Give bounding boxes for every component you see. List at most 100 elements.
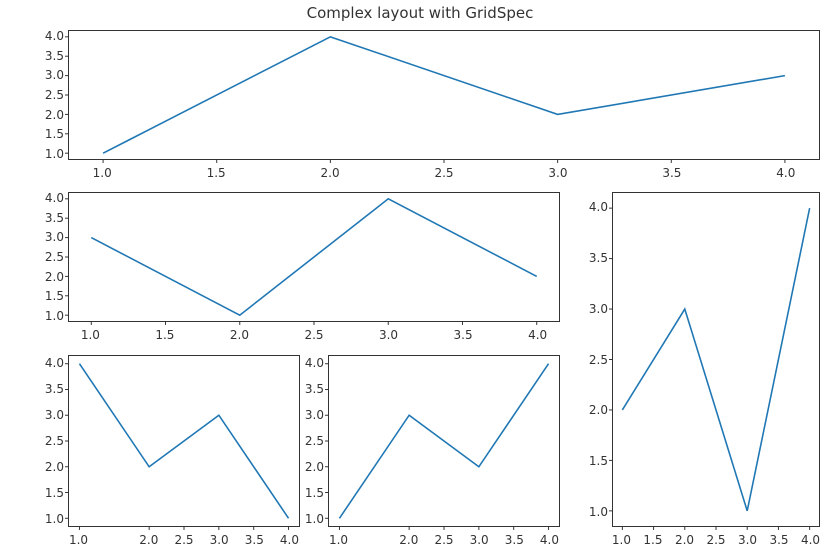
- x-tick-label: 2.0: [399, 533, 418, 547]
- y-tick-label: 2.0: [589, 403, 608, 417]
- x-tick-labels: 1.0 1.5 2.0 2.5 3.0 3.5 4.0: [68, 328, 560, 344]
- x-tick-label: 1.5: [207, 166, 226, 180]
- y-tick-label: 3.5: [45, 382, 64, 396]
- y-tick-label: 1.0: [305, 512, 324, 526]
- x-tick-label: 3.5: [662, 166, 681, 180]
- y-tick-labels: 1.0 1.5 2.0 2.5 3.0 3.5 4.0: [34, 30, 64, 160]
- x-tick-label: 2.0: [675, 533, 694, 547]
- y-tick-label: 2.5: [45, 88, 64, 102]
- y-tick-label: 3.5: [589, 251, 608, 265]
- y-tick-label: 2.5: [305, 434, 324, 448]
- x-tick-label: 2.0: [139, 533, 158, 547]
- y-tick-label: 2.5: [589, 353, 608, 367]
- x-tick-labels: 1.0 1.5 2.0 2.5 3.0 3.5 4.0: [68, 166, 820, 182]
- x-tick-label: 2.5: [174, 533, 193, 547]
- line-plot: [329, 356, 559, 526]
- x-tick-label: 4.0: [528, 328, 547, 342]
- y-tick-labels: 1.0 1.5 2.0 2.5 3.0 3.5 4.0: [34, 355, 64, 527]
- data-line: [103, 37, 785, 153]
- x-tick-label: 3.5: [769, 533, 788, 547]
- x-tick-label: 3.5: [505, 533, 524, 547]
- x-tick-label: 4.0: [280, 533, 299, 547]
- x-tick-label: 1.0: [81, 328, 100, 342]
- x-tick-labels: 1.0 2.0 2.5 3.0 3.5 4.0: [68, 533, 300, 549]
- x-tick-label: 1.0: [93, 166, 112, 180]
- y-tick-label: 3.5: [305, 382, 324, 396]
- plot-area: [328, 355, 560, 527]
- y-tick-label: 4.0: [45, 356, 64, 370]
- y-tick-label: 3.0: [45, 68, 64, 82]
- x-tick-labels: 1.0 1.5 2.0 2.5 3.0 3.5 4.0: [612, 533, 820, 549]
- data-line: [339, 364, 548, 519]
- y-tick-label: 4.0: [589, 200, 608, 214]
- plot-area: [68, 192, 560, 322]
- axes-top-full: 1.01.52.02.53.03.54.01.01.52.02.53.03.54…: [68, 30, 820, 160]
- x-tick-label: 3.0: [548, 166, 567, 180]
- x-tick-label: 3.0: [470, 533, 489, 547]
- x-tick-label: 2.0: [321, 166, 340, 180]
- x-tick-label: 2.0: [230, 328, 249, 342]
- y-tick-label: 1.0: [589, 505, 608, 519]
- y-tick-labels: 1.0 1.5 2.0 2.5 3.0 3.5 4.0: [294, 355, 324, 527]
- y-tick-label: 3.5: [45, 211, 64, 225]
- y-tick-label: 2.0: [45, 270, 64, 284]
- x-tick-label: 4.0: [801, 533, 820, 547]
- x-tick-label: 2.5: [706, 533, 725, 547]
- y-tick-label: 1.5: [589, 454, 608, 468]
- y-tick-labels: 1.0 1.5 2.0 2.5 3.0 3.5 4.0: [34, 192, 64, 322]
- x-tick-label: 1.0: [69, 533, 88, 547]
- y-tick-label: 2.0: [45, 108, 64, 122]
- figure-title: Complex layout with GridSpec: [0, 4, 840, 22]
- y-tick-labels: 1.0 1.5 2.0 2.5 3.0 3.5 4.0: [578, 192, 608, 527]
- data-line: [622, 208, 809, 511]
- y-tick-label: 1.0: [45, 512, 64, 526]
- x-tick-label: 3.0: [379, 328, 398, 342]
- x-tick-label: 3.0: [210, 533, 229, 547]
- x-tick-label: 1.5: [155, 328, 174, 342]
- axes-bottom-left: 1.02.02.53.03.54.01.01.52.02.53.03.54.0: [68, 355, 300, 527]
- plot-area: [612, 192, 820, 527]
- x-tick-label: 3.5: [454, 328, 473, 342]
- y-tick-label: 3.0: [589, 302, 608, 316]
- data-line: [91, 199, 536, 315]
- y-tick-label: 3.0: [45, 230, 64, 244]
- y-tick-label: 1.0: [45, 147, 64, 161]
- y-tick-label: 4.0: [305, 356, 324, 370]
- x-tick-label: 1.5: [643, 533, 662, 547]
- x-tick-label: 3.0: [738, 533, 757, 547]
- x-tick-label: 2.5: [434, 533, 453, 547]
- y-tick-label: 2.5: [45, 434, 64, 448]
- y-tick-label: 1.5: [45, 127, 64, 141]
- x-tick-label: 1.0: [612, 533, 631, 547]
- x-tick-label: 4.0: [776, 166, 795, 180]
- x-tick-label: 2.5: [304, 328, 323, 342]
- y-tick-label: 4.0: [45, 191, 64, 205]
- x-tick-labels: 1.0 2.0 2.5 3.0 3.5 4.0: [328, 533, 560, 549]
- y-tick-label: 3.0: [45, 408, 64, 422]
- y-tick-label: 2.0: [305, 460, 324, 474]
- y-tick-label: 2.0: [45, 460, 64, 474]
- line-plot: [69, 31, 819, 159]
- line-plot: [69, 356, 299, 526]
- plot-area: [68, 355, 300, 527]
- y-tick-label: 3.0: [305, 408, 324, 422]
- axes-right-tall: 1.01.52.02.53.03.54.01.01.52.02.53.03.54…: [612, 192, 820, 527]
- figure: Complex layout with GridSpec 1.01.52.02.…: [0, 0, 840, 560]
- y-tick-label: 1.5: [45, 289, 64, 303]
- x-tick-label: 2.5: [434, 166, 453, 180]
- line-plot: [69, 193, 559, 321]
- y-tick-label: 1.5: [305, 486, 324, 500]
- data-line: [79, 364, 288, 519]
- y-tick-label: 1.0: [45, 309, 64, 323]
- y-tick-label: 2.5: [45, 250, 64, 264]
- axes-mid-left-wide: 1.01.52.02.53.03.54.01.01.52.02.53.03.54…: [68, 192, 560, 322]
- y-tick-label: 4.0: [45, 29, 64, 43]
- x-tick-label: 4.0: [540, 533, 559, 547]
- y-tick-label: 3.5: [45, 49, 64, 63]
- line-plot: [613, 193, 819, 526]
- x-tick-label: 1.0: [329, 533, 348, 547]
- plot-area: [68, 30, 820, 160]
- axes-bottom-mid: 1.02.02.53.03.54.01.01.52.02.53.03.54.0: [328, 355, 560, 527]
- x-tick-label: 3.5: [245, 533, 264, 547]
- y-tick-label: 1.5: [45, 486, 64, 500]
